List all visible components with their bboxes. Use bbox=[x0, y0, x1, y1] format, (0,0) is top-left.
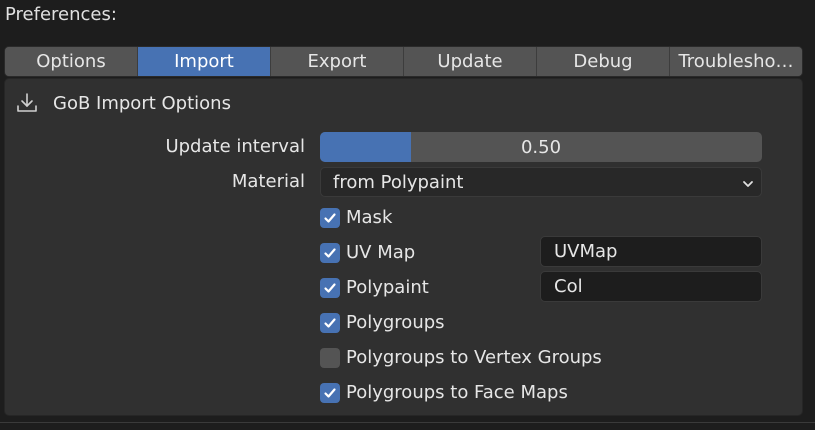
uv-map-name-field[interactable]: UVMap bbox=[540, 236, 762, 267]
polygroups-to-vertex-groups-label: Polygroups to Vertex Groups bbox=[346, 347, 602, 368]
tab-import[interactable]: Import bbox=[138, 47, 271, 76]
checkmark-icon bbox=[324, 317, 336, 328]
slider-value: 0.50 bbox=[520, 136, 562, 158]
checkmark-icon bbox=[324, 387, 336, 398]
import-icon bbox=[15, 91, 39, 115]
panel-header[interactable]: GoB Import Options bbox=[15, 91, 231, 115]
update-interval-slider[interactable]: 0.50 bbox=[320, 132, 762, 162]
import-options-panel: GoB Import Options Update interval 0.50 … bbox=[4, 78, 803, 416]
uv-map-label: UV Map bbox=[346, 242, 416, 263]
divider bbox=[0, 422, 815, 423]
chevron-down-icon bbox=[741, 176, 755, 195]
checkmark-icon bbox=[324, 247, 336, 258]
polygroups-to-vertex-groups-option[interactable]: Polygroups to Vertex Groups bbox=[320, 347, 602, 368]
update-interval-label: Update interval bbox=[165, 136, 305, 157]
tab-options[interactable]: Options bbox=[5, 47, 138, 76]
uv-map-option[interactable]: UV Map bbox=[320, 242, 415, 263]
polypaint-label: Polypaint bbox=[346, 277, 429, 298]
tab-debug[interactable]: Debug bbox=[537, 47, 670, 76]
checkmark-icon bbox=[324, 282, 336, 293]
material-value: from Polypaint bbox=[333, 172, 464, 193]
mask-checkbox[interactable] bbox=[320, 207, 340, 228]
tab-troubleshooting[interactable]: Troublesho… bbox=[670, 47, 802, 76]
polypaint-checkbox[interactable] bbox=[320, 277, 340, 298]
uv-map-checkbox[interactable] bbox=[320, 242, 340, 263]
polypaint-name-field[interactable]: Col bbox=[540, 271, 762, 302]
checkmark-icon bbox=[324, 212, 336, 223]
polygroups-to-vertex-groups-checkbox[interactable] bbox=[320, 347, 340, 368]
tab-export[interactable]: Export bbox=[271, 47, 404, 76]
mask-option[interactable]: Mask bbox=[320, 207, 392, 228]
page-title: Preferences: bbox=[5, 4, 117, 25]
polygroups-label: Polygroups bbox=[346, 312, 445, 333]
polypaint-name-value: Col bbox=[554, 276, 583, 297]
polygroups-to-face-maps-label: Polygroups to Face Maps bbox=[346, 382, 568, 403]
panel-title: GoB Import Options bbox=[53, 92, 231, 114]
polygroups-to-face-maps-checkbox[interactable] bbox=[320, 382, 340, 403]
polypaint-option[interactable]: Polypaint bbox=[320, 277, 429, 298]
material-dropdown[interactable]: from Polypaint bbox=[320, 167, 762, 197]
polygroups-option[interactable]: Polygroups bbox=[320, 312, 445, 333]
polygroups-to-face-maps-option[interactable]: Polygroups to Face Maps bbox=[320, 382, 568, 403]
material-label: Material bbox=[231, 171, 305, 192]
tab-update[interactable]: Update bbox=[404, 47, 537, 76]
mask-label: Mask bbox=[346, 207, 393, 228]
uv-map-name-value: UVMap bbox=[554, 241, 618, 262]
tab-bar: Options Import Export Update Debug Troub… bbox=[4, 46, 803, 77]
polygroups-checkbox[interactable] bbox=[320, 312, 340, 333]
preferences-window: Preferences: Options Import Export Updat… bbox=[0, 0, 815, 430]
